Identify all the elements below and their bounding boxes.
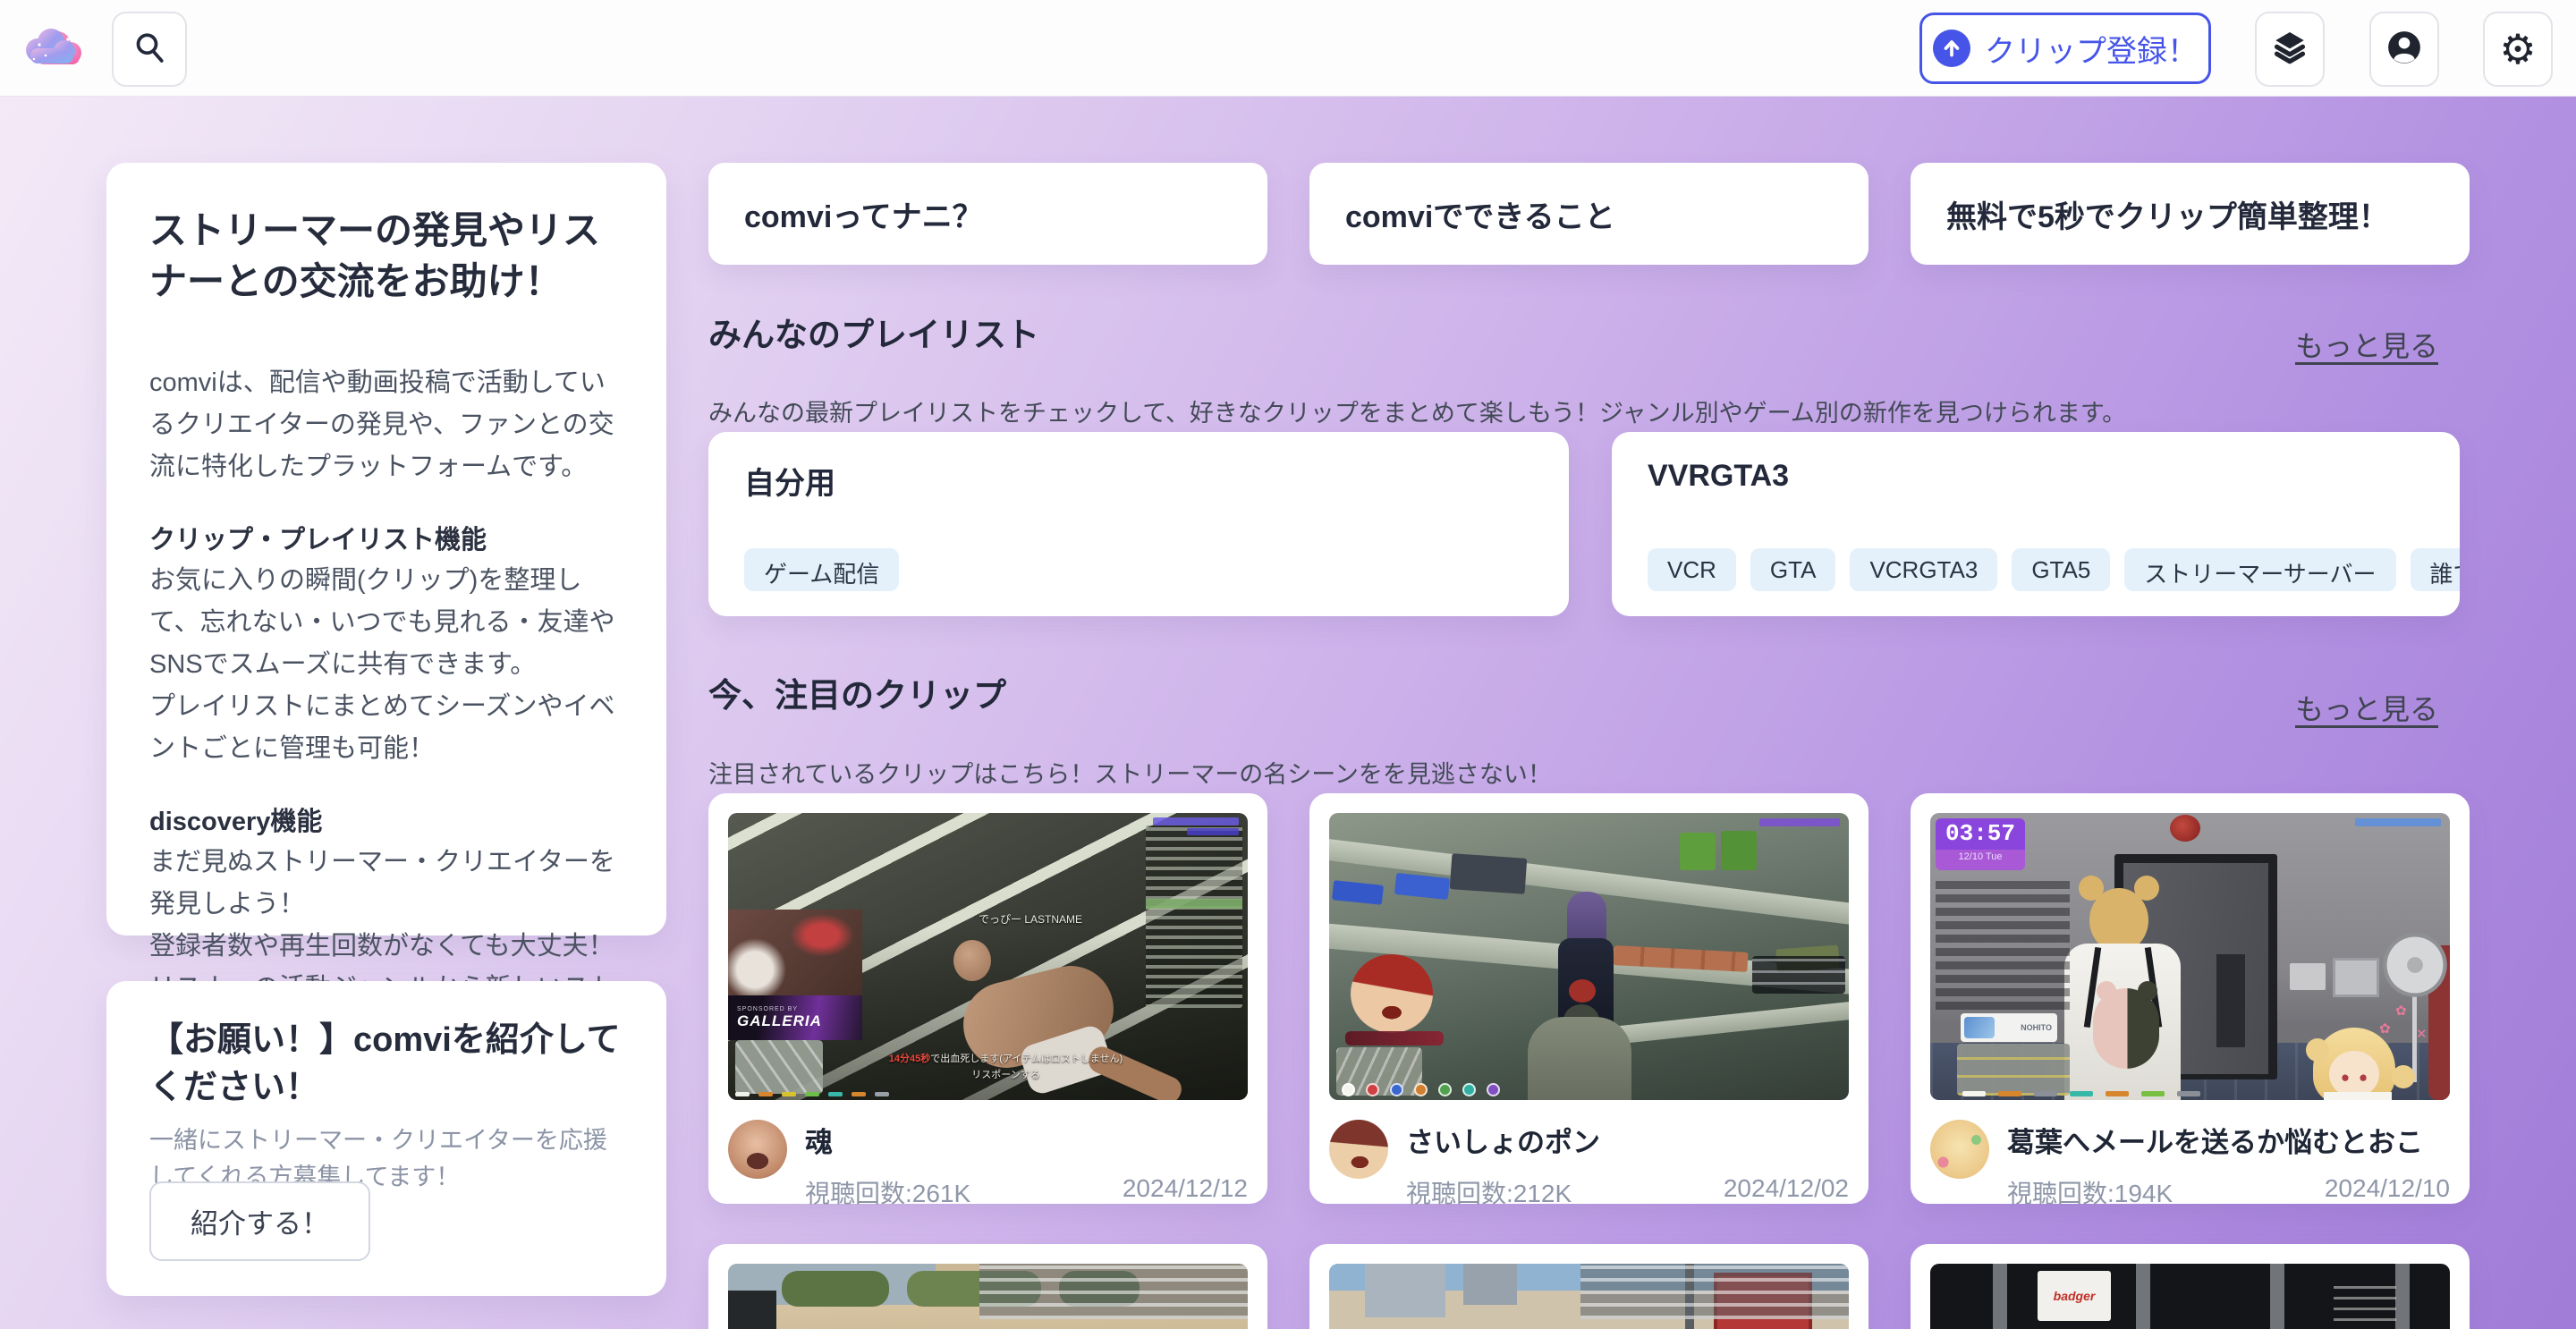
search-icon <box>131 30 167 70</box>
view-count: 視聴回数:194K <box>2007 1174 2173 1210</box>
clip-register-button[interactable]: クリップ登録！ <box>1919 13 2211 84</box>
interaction-tooltip <box>1752 956 1845 994</box>
chat-overlay <box>1580 1264 1849 1319</box>
clip-title: さいしょのポン <box>1406 1120 1849 1160</box>
tag[interactable]: GTA5 <box>2012 548 2110 591</box>
about-title: ストリーマーの発見やリスナーとの交流をお助け！ <box>149 206 623 307</box>
clips-more-link[interactable]: もっと見る <box>2295 687 2438 728</box>
clips-section-title: 今、注目のクリップ <box>708 668 1006 716</box>
clip-date: 2024/12/10 <box>2325 1174 2450 1210</box>
clip-card[interactable]: badger <box>1911 1244 2470 1329</box>
tag[interactable]: GTA <box>1750 548 1836 591</box>
status-hud <box>735 1092 889 1096</box>
death-message: 14分45秒で出血死します(アイテムはロストしません) <box>782 1051 1230 1065</box>
time-badge: 03:57 12/10 Tue <box>1936 818 2025 870</box>
player-list-overlay <box>1146 825 1242 1008</box>
gear-icon: ⚙ <box>2499 29 2536 70</box>
clips-row-2: badger <box>708 1244 2470 1329</box>
badger-sign: badger <box>2038 1271 2111 1321</box>
fire-alarm <box>2170 815 2200 842</box>
status-hud <box>1342 1083 1500 1096</box>
streamer-avatar-overlay <box>1351 954 1433 1033</box>
info-card-free-organize[interactable]: 無料で5秒でクリップ簡単整理！ <box>1911 163 2470 265</box>
playlist-name: 自分用 <box>744 459 835 503</box>
tag[interactable]: ストリーマーサーバー <box>2124 548 2395 591</box>
sponsor-banner: SPONSORED BY GALLERIA <box>728 995 862 1040</box>
layers-icon <box>2271 29 2309 71</box>
feature-clip-playlist-body: お気に入りの瞬間(クリップ)を整理して、忘れない・いつでも見れる・友達やSNSで… <box>149 560 623 770</box>
playlist-card-personal[interactable]: 自分用 ゲーム配信 <box>708 432 1569 616</box>
electric-fan <box>2381 931 2449 999</box>
info-card-what-you-can-do[interactable]: comviでできること <box>1309 163 1868 265</box>
playlists-description: みんなの最新プレイリストをチェックして、好きなクリップをまとめて楽しもう！ジャン… <box>708 394 2126 428</box>
clip-register-label: クリップ登録！ <box>1985 27 2198 71</box>
clip-card-tamashii[interactable]: でっぴー LASTNAME SPONSORED BY GALLERIA 14分4… <box>708 793 1267 1204</box>
clip-thumbnail <box>1329 813 1849 1100</box>
status-hud <box>1962 1091 2200 1096</box>
library-button[interactable] <box>2255 12 2325 87</box>
clip-card[interactable] <box>1309 1244 1868 1329</box>
promo-card: 【お願い！】comviを紹介してください！ 一緒にストリーマー・クリエイターを応… <box>106 981 666 1296</box>
clip-thumbnail: ✿ ✕ ✿ 03:57 12/10 Tue NOHITO <box>1930 813 2450 1100</box>
clip-thumbnail <box>1329 1264 1849 1329</box>
tag[interactable]: VCR <box>1648 548 1736 591</box>
view-count: 視聴回数:212K <box>1406 1174 1572 1210</box>
top-bar: クリップ登録！ ⚙ <box>0 0 2576 97</box>
about-card: ストリーマーの発見やリスナーとの交流をお助け！ comviは、配信や動画投稿で活… <box>106 163 666 935</box>
tag[interactable]: ゲーム配信 <box>744 548 899 591</box>
clip-date: 2024/12/12 <box>1123 1174 1248 1210</box>
chat-overlay <box>979 1264 1248 1319</box>
avatar[interactable] <box>728 1120 787 1179</box>
view-count: 視聴回数:261K <box>805 1174 970 1210</box>
account-button[interactable] <box>2369 12 2439 87</box>
info-cards-row: comviってナニ？ comviでできること 無料で5秒でクリップ簡単整理！ <box>708 163 2470 265</box>
flower-doodle: ✿ <box>2395 1003 2407 1019</box>
feature-discovery-title: discovery機能 <box>149 800 623 838</box>
playlist-name: VVRGTA3 <box>1648 459 1789 494</box>
info-card-what-is-comvi[interactable]: comviってナニ？ <box>708 163 1267 265</box>
feature-clip-playlist-title: クリップ・プレイリスト機能 <box>149 519 623 556</box>
minimap-overlay <box>1957 1044 2070 1096</box>
tag[interactable]: 誰でもOK <box>2411 548 2460 591</box>
clip-date: 2024/12/02 <box>1724 1174 1849 1210</box>
clip-card-saisho-no-pon[interactable]: さいしょのポン 視聴回数:212K 2024/12/02 <box>1309 793 1868 1204</box>
clip-card-kuzuha-mail[interactable]: ✿ ✕ ✿ 03:57 12/10 Tue NOHITO <box>1911 793 2470 1204</box>
chat-overlay <box>1936 876 2070 1010</box>
character-name-label: でっぴー LASTNAME <box>979 911 1082 927</box>
hoodie-character <box>1528 1017 1631 1100</box>
game-character-head <box>953 940 991 981</box>
clip-title: 葛葉へメールを送るか悩むとおこ <box>2007 1120 2450 1160</box>
playlist-tags: ゲーム配信 <box>744 548 1569 591</box>
playlists-more-link[interactable]: もっと見る <box>2295 324 2438 365</box>
clip-card[interactable] <box>708 1244 1267 1329</box>
clips-description: 注目されているクリップはこちら！ストリーマーの名シーンをを見逃さない！ <box>708 755 1552 790</box>
comvi-home-page: クリップ登録！ ⚙ ストリー <box>0 0 2576 1329</box>
clip-thumbnail: badger <box>1930 1264 2450 1329</box>
arrow-up-circle-icon <box>1933 30 1970 67</box>
about-intro: comviは、配信や動画投稿で活動しているクリエイターの発見や、ファンとの交流に… <box>149 362 623 488</box>
clip-title: 魂 <box>805 1120 1248 1160</box>
avatar[interactable] <box>1930 1120 1989 1179</box>
comvi-logo[interactable] <box>21 20 86 75</box>
search-button[interactable] <box>112 12 187 87</box>
playlist-card-vvrgta3[interactable]: VVRGTA3 VCR GTA VCRGTA3 GTA5 ストリーマーサーバー … <box>1612 432 2460 616</box>
user-icon <box>2385 28 2424 72</box>
promo-title: 【お願い！】comviを紹介してください！ <box>149 1017 623 1112</box>
clips-row-1: でっぴー LASTNAME SPONSORED BY GALLERIA 14分4… <box>708 793 2470 1204</box>
respawn-label: リスポーンする <box>782 1067 1230 1081</box>
playlist-tags: VCR GTA VCRGTA3 GTA5 ストリーマーサーバー 誰でもOK <box>1648 548 2460 591</box>
introduce-button[interactable]: 紹介する！ <box>149 1181 370 1261</box>
tag[interactable]: VCRGTA3 <box>1850 548 1997 591</box>
streamer-name-banner <box>1345 1031 1444 1045</box>
webcam-overlay <box>728 910 862 995</box>
clip-thumbnail: でっぴー LASTNAME SPONSORED BY GALLERIA 14分4… <box>728 813 1248 1100</box>
playlists-section-title: みんなのプレイリスト <box>708 308 1039 356</box>
clip-thumbnail <box>728 1264 1248 1329</box>
settings-button[interactable]: ⚙ <box>2483 12 2553 87</box>
avatar[interactable] <box>1329 1120 1388 1179</box>
